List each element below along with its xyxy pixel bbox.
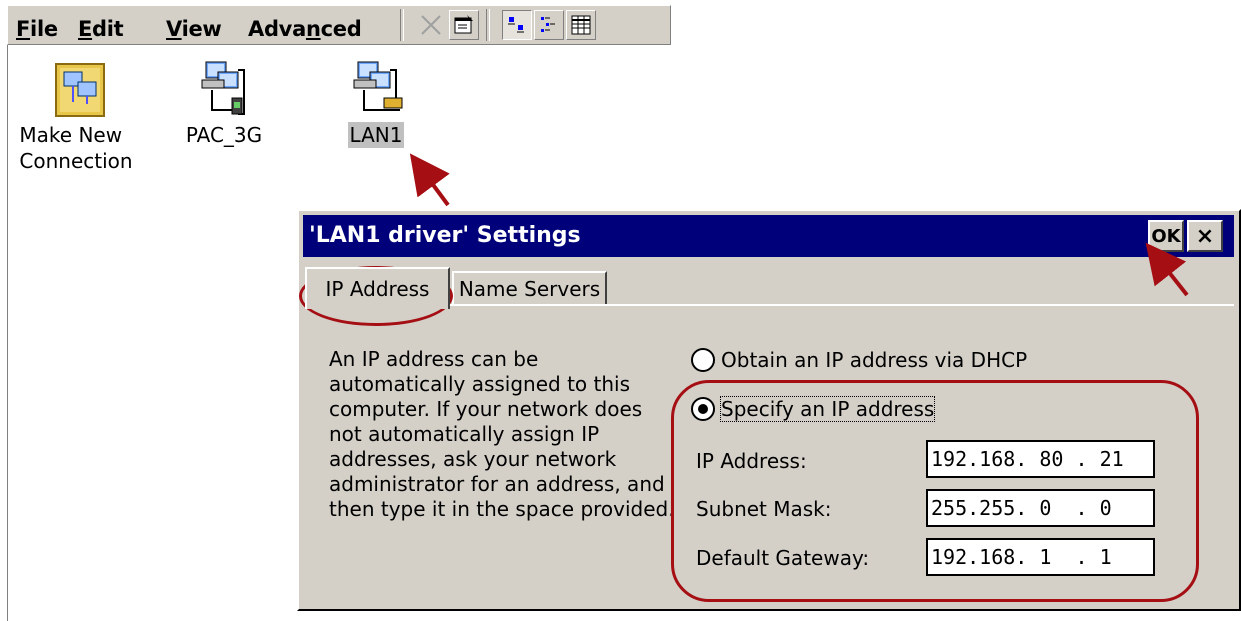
annotation-arrows [409,153,1189,297]
arrow-to-lan1 [409,153,450,207]
tab-label: IP Address [325,277,430,301]
arrow-to-ok [1145,242,1189,297]
tab-ip-address[interactable]: IP Address [305,267,450,309]
